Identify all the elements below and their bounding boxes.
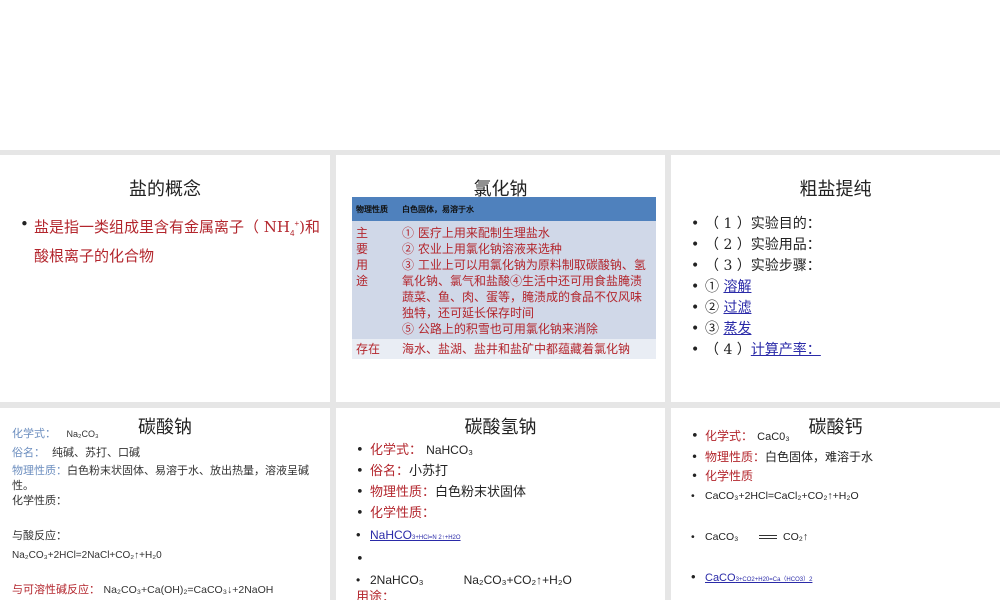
use-2: ② 农业上用氯化钠溶液来选种 — [402, 242, 562, 256]
use-label: 用途： — [356, 590, 396, 600]
use-label: 主要用途 — [356, 226, 369, 288]
chem-label: 化学性质： — [370, 506, 436, 521]
phys-props: 白色固体，难溶于水 — [765, 450, 874, 464]
use-1: ① 医疗上用来配制生理盐水 — [402, 226, 550, 240]
subscript: 4 — [289, 229, 295, 238]
slide-title: 碳酸氢钠 — [464, 417, 537, 438]
link-reaction-co2[interactable]: CaCO — [705, 572, 736, 584]
phys-label: 物理性质： — [12, 464, 67, 477]
equation-left: 2NaHCO₃ — [370, 573, 424, 587]
formula-label: 化学式： — [705, 429, 754, 443]
link-filter[interactable]: 过滤 — [723, 300, 751, 316]
heat-condition-icon — [759, 535, 778, 540]
step-num: （ 4 ） — [705, 342, 751, 358]
base-label: 与可溶性碱反应： — [12, 583, 100, 596]
link-evaporate[interactable]: 蒸发 — [723, 321, 751, 337]
name-label: 俗名： — [12, 446, 45, 459]
link-tail[interactable]: 3+CO2+H20=Ca（HCO3）2 — [736, 577, 813, 583]
phys-label: 物理性质： — [705, 450, 766, 464]
step-num: ③ — [705, 321, 719, 337]
step-num: ② — [705, 300, 719, 316]
equation-hcl: CaCO₃+2HCl=CaCl₂+CO₂↑+H₂O — [691, 486, 991, 507]
step-num: ① — [705, 279, 719, 295]
slide-salt-concept[interactable]: 盐的概念 盐是指一类组成里含有金属离子（ NH4+)和酸根离子的化合物 — [0, 155, 330, 402]
list-item: （ 1 ）实验目的： — [691, 214, 991, 235]
acid-equation: Na₂CO₃+2HCl=2NaCl+CO₂↑+H₂0 — [12, 550, 162, 561]
concept-text: 盐是指一类组成里含有金属离子（ NH — [34, 218, 290, 236]
use-5: ⑤ 公路上的积雪也可用氯化钠来消除 — [402, 322, 598, 336]
common-name: 小苏打 — [409, 464, 449, 479]
slide-salt-purification[interactable]: 粗盐提纯 （ 1 ）实验目的： （ 2 ）实验用品： （ 3 ）实验步骤： ① … — [671, 155, 1000, 402]
link-reaction-hcl[interactable]: NaHCO — [370, 528, 412, 542]
chem-label: 化学性质 — [705, 469, 754, 483]
phys-label: 物理性质： — [370, 485, 436, 500]
link-yield[interactable]: 计算产率： — [751, 342, 821, 358]
chem-label: 化学性质： — [12, 494, 67, 507]
phys-label: 物理性质 — [352, 197, 398, 221]
formula-label: 化学式： — [12, 427, 56, 440]
slide-calcium-carbonate[interactable]: 碳酸钙 化学式： CaC0₃ 物理性质：白色固体，难溶于水 化学性质 CaCO₃… — [671, 408, 1000, 600]
nacl-table: 物理性质 白色固体，易溶于水 主要用途 ① 医疗上用来配制生理盐水 ② 农业上用氯化… — [352, 197, 656, 359]
exist-label: 存在 — [352, 339, 398, 359]
acid-label: 与酸反应： — [12, 529, 67, 542]
slide-title: 粗盐提纯 — [799, 179, 872, 200]
slide-sodium-bicarbonate[interactable]: 碳酸氢钠 化学式： NaHCO₃ 俗名：小苏打 物理性质：白色粉末状固体 化学性… — [336, 408, 665, 600]
slide-grid: 盐的概念 盐是指一类组成里含有金属离子（ NH4+)和酸根离子的化合物 氯化钠 … — [0, 150, 1000, 600]
list-item: （ 3 ）实验步骤： — [691, 256, 991, 277]
equation-right: Na₂CO₃+CO₂↑+H₂O — [463, 573, 572, 587]
link-dissolve[interactable]: 溶解 — [723, 279, 751, 295]
slide-sodium-carbonate[interactable]: 碳酸钠 化学式： Na₂CO₃ 俗名： 纯碱、苏打、口碱 物理性质：白色粉末状固… — [0, 408, 330, 600]
exist-value: 海水、盐湖、盐井和盐矿中都蕴藏着氯化钠 — [398, 339, 656, 359]
formula: NaHCO₃ — [426, 443, 474, 457]
formula: CaC0₃ — [757, 431, 790, 443]
common-name: 纯碱、苏打、口碱 — [52, 446, 140, 459]
list-item: （ 2 ）实验用品： — [691, 235, 991, 256]
formula-label: 化学式： — [370, 443, 423, 458]
phys-props: 白色粉末状固体 — [435, 485, 527, 500]
link-empty[interactable] — [370, 549, 435, 563]
phys-value: 白色固体，易溶于水 — [398, 197, 656, 221]
formula: Na₂CO₃ — [66, 429, 99, 439]
name-label: 俗名： — [370, 464, 410, 479]
use-3: ③ 工业上可以用氯化钠为原料制取碳酸钠、氢氧化钠、氯气和盐酸④生活中还可用食盐腌… — [402, 258, 646, 320]
slide-title: 盐的概念 — [129, 179, 201, 200]
link-tail[interactable]: 3+HCl=N 2↑+H2O — [412, 535, 461, 541]
base-equation: Na₂CO₃+Ca(OH)₂=CaCO₃↓+2NaOH — [103, 584, 274, 596]
blank-header-area — [0, 0, 1000, 150]
equation-right: CO₂↑ — [783, 531, 809, 543]
slide-sodium-chloride[interactable]: 氯化钠 物理性质 白色固体，易溶于水 主要用途 ① 医疗上用来配制生理盐水 ② 农业… — [336, 155, 665, 402]
equation-left: CaCO₃ — [705, 531, 739, 543]
